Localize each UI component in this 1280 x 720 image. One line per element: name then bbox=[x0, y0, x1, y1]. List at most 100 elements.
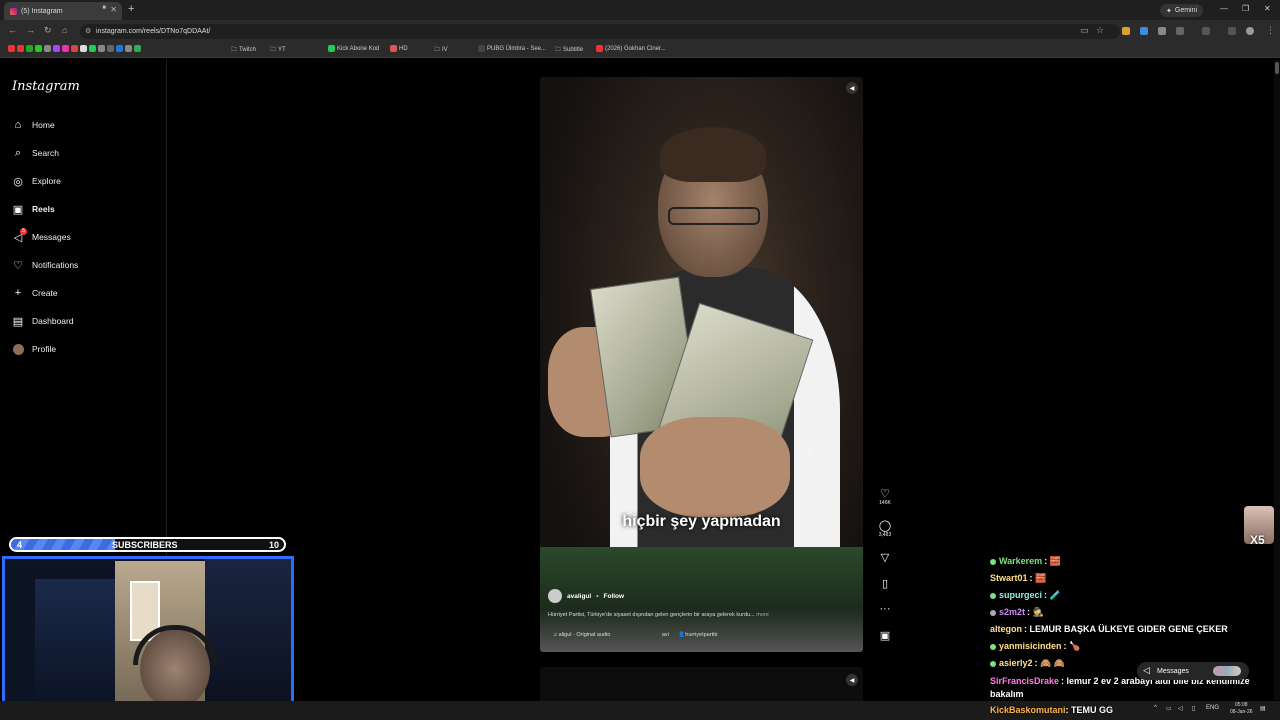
nav-create[interactable]: + Create bbox=[12, 284, 58, 302]
reel-author[interactable]: avaligul • Follow bbox=[548, 589, 624, 603]
speaker-icon[interactable]: ◁ bbox=[1178, 705, 1183, 712]
kick-icon bbox=[328, 45, 335, 52]
save-action[interactable]: ▯ bbox=[876, 577, 894, 590]
window-close-icon[interactable]: ✕ bbox=[1264, 4, 1271, 13]
nav-notifications[interactable]: ♡ Notifications bbox=[12, 256, 78, 274]
battery-icon[interactable]: ▯ bbox=[1192, 705, 1195, 712]
minimize-icon[interactable]: — bbox=[1220, 4, 1228, 13]
scrollbar-thumb[interactable] bbox=[1275, 62, 1279, 74]
input-language[interactable]: ENG bbox=[1206, 705, 1219, 711]
restore-icon[interactable]: ❐ bbox=[1242, 4, 1249, 13]
extensions-menu-icon[interactable] bbox=[1176, 27, 1184, 35]
bookmark-favicon-icon bbox=[390, 45, 397, 52]
bookmark-star-icon[interactable]: ☆ bbox=[1096, 25, 1104, 36]
bookmark-kick-abone[interactable]: Kick Abone Kod bbox=[328, 45, 379, 52]
bookmark-iv[interactable]: 🗀 IV bbox=[434, 45, 448, 55]
folder-icon: 🗀 bbox=[555, 47, 562, 53]
like-action[interactable]: ♡ 146K bbox=[876, 487, 894, 506]
folder-icon: 🗀 bbox=[434, 47, 441, 53]
page-scrollbar[interactable] bbox=[1274, 60, 1280, 700]
audio-avatar[interactable]: ▣ bbox=[876, 629, 894, 642]
gemini-button[interactable]: ✦ Gemini bbox=[1160, 4, 1204, 17]
youtube-icon bbox=[596, 45, 603, 52]
instagram-logo[interactable]: Instagram bbox=[12, 79, 80, 94]
url-field[interactable]: ⚙ instagram.com/reels/DTNo7qDDAAt/ bbox=[80, 24, 1120, 39]
tab-close-icon[interactable]: ✕ bbox=[110, 5, 117, 14]
forward-icon[interactable]: → bbox=[26, 25, 35, 35]
chat-message: Stwart01: 🧱 bbox=[990, 573, 1047, 583]
nav-dashboard[interactable]: ▤ Dashboard bbox=[12, 312, 74, 330]
messages-pill[interactable]: ◁ Messages bbox=[1137, 662, 1249, 680]
instagram-favicon-icon bbox=[10, 7, 17, 15]
compass-icon: ◎ bbox=[13, 175, 23, 188]
subscriber-goal-bar: 4 SUBSCRIBERS 10 bbox=[9, 537, 286, 552]
extension-icon[interactable] bbox=[1122, 27, 1130, 35]
notification-center-icon[interactable]: ▤ bbox=[1260, 705, 1266, 712]
nav-profile[interactable]: Profile bbox=[12, 340, 56, 358]
nav-explore[interactable]: ◎ Explore bbox=[12, 172, 61, 190]
profile-avatar-icon[interactable] bbox=[1246, 27, 1254, 35]
messenger-icon: ◁ bbox=[1143, 665, 1150, 675]
downloads-icon[interactable] bbox=[1228, 27, 1236, 35]
bookmark-hd[interactable]: HD bbox=[390, 45, 408, 52]
audio-thumbnail-icon: ▣ bbox=[879, 630, 891, 642]
nav-reels[interactable]: ▣ Reels bbox=[12, 200, 55, 218]
tagged-user-b[interactable]: hurriyetpartitr bbox=[685, 632, 717, 638]
comment-action[interactable]: ◯ 3,483 bbox=[876, 519, 894, 538]
site-info-icon[interactable]: ⚙ bbox=[85, 27, 91, 35]
home-browser-icon[interactable]: ⌂ bbox=[62, 25, 67, 35]
bookmark-gokhan[interactable]: (2026) Gokhan Ciner... bbox=[596, 45, 666, 52]
chat-message: Warkerem: 🧱 bbox=[990, 556, 1061, 567]
bookmark-icons-group[interactable] bbox=[8, 45, 141, 52]
reel-video[interactable]: hiçbir şey yapmadan bbox=[540, 77, 863, 652]
cast-icon[interactable]: ▭ bbox=[1080, 25, 1089, 36]
nav-messages[interactable]: ◁ 5 Messages bbox=[12, 228, 71, 246]
nav-home[interactable]: ⌂ Home bbox=[12, 116, 55, 134]
heart-icon: ♡ bbox=[880, 488, 890, 500]
nav-search[interactable]: ⌕ Search bbox=[12, 144, 59, 162]
tagged-user-a[interactable]: avi bbox=[662, 632, 669, 638]
sticker-multiplier: X5 bbox=[1250, 533, 1265, 547]
bookmark-pubg[interactable]: PUBG Ülmbra - See... bbox=[478, 45, 546, 52]
webcam-wall bbox=[205, 559, 291, 717]
reel-hand-right bbox=[640, 417, 790, 517]
reel-caption[interactable]: Hürriyet Partisi, Türkiye'de siyaset dış… bbox=[548, 612, 848, 618]
clock[interactable]: 05:08 08-Jan-26 bbox=[1230, 702, 1253, 716]
chat-message: yanmisicinden: 🍗 bbox=[990, 641, 1080, 652]
url-text: instagram.com/reels/DTNo7qDDAAt/ bbox=[96, 28, 211, 35]
more-options[interactable]: ··· bbox=[876, 603, 894, 615]
sidepanel-icon[interactable] bbox=[1202, 27, 1210, 35]
webcam-overlay bbox=[2, 556, 294, 720]
messenger-icon: ◁ 5 bbox=[12, 228, 27, 244]
volume-icon[interactable]: ◀ bbox=[846, 674, 858, 686]
mouse-cursor-icon: ☝ bbox=[806, 444, 814, 458]
share-action[interactable]: ▽ bbox=[876, 551, 894, 564]
new-tab-button[interactable]: + bbox=[128, 3, 134, 15]
bookmark-twitch[interactable]: 🗀 Twitch bbox=[231, 45, 256, 55]
back-icon[interactable]: ← bbox=[8, 25, 17, 35]
author-username[interactable]: avaligul bbox=[567, 593, 591, 600]
bookmark-yt[interactable]: 🗀 YT bbox=[270, 45, 286, 55]
tab-audio-icon[interactable]: ■ bbox=[102, 5, 106, 11]
author-avatar[interactable] bbox=[548, 589, 562, 603]
volume-icon[interactable]: ◀ bbox=[846, 82, 858, 94]
follow-button[interactable]: Follow bbox=[604, 593, 625, 600]
messages-badge: 5 bbox=[20, 228, 27, 235]
network-icon[interactable]: ▭ bbox=[1166, 705, 1172, 712]
chat-message: altegon: LEMUR BAŞKA ÜLKEYE GIDER GENE Ç… bbox=[990, 624, 1228, 634]
caption-more-link[interactable]: more bbox=[756, 612, 769, 618]
extension-icon[interactable] bbox=[1158, 27, 1166, 35]
dashboard-icon: ▤ bbox=[12, 315, 24, 328]
tray-chevron-icon[interactable]: ^ bbox=[1154, 705, 1157, 711]
extension-icon[interactable] bbox=[1140, 27, 1148, 35]
browser-tab-instagram[interactable]: (5) Instagram ■ ✕ bbox=[4, 2, 122, 20]
separator: • bbox=[596, 592, 599, 600]
search-icon: ⌕ bbox=[14, 146, 22, 159]
reel-audio[interactable]: ♫ aligul · Original audio avi 👤hurriyetp… bbox=[553, 632, 718, 638]
bookmark-subtitle[interactable]: 🗀 Subtitle bbox=[555, 45, 583, 55]
home-icon: ⌂ bbox=[14, 119, 22, 131]
avatar-icon bbox=[12, 343, 24, 355]
reload-icon[interactable]: ↻ bbox=[44, 25, 52, 36]
sub-goal-start: 4 bbox=[17, 540, 23, 550]
browser-menu-icon[interactable]: ⋮ bbox=[1266, 25, 1275, 36]
